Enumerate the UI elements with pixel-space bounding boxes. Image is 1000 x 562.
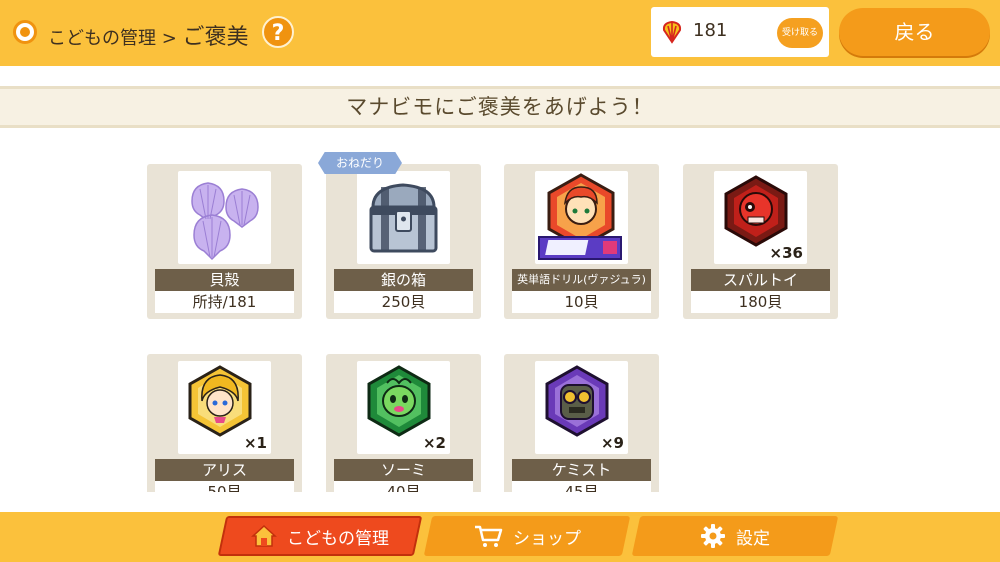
header-bar: こどもの管理 > ご褒美 ? 181 受け取る 戻る — [0, 0, 1000, 66]
reward-thumbnail: ×1 — [178, 361, 271, 454]
tab-label: こどもの管理 — [287, 528, 389, 549]
reward-name: スパルトイ — [691, 269, 830, 291]
breadcrumb: こどもの管理 > ご褒美 — [48, 19, 249, 51]
tab-child-management[interactable]: こどもの管理 — [217, 516, 423, 556]
home-icon — [251, 524, 277, 547]
tab-label: ショップ — [513, 528, 581, 549]
reward-price: 50貝 — [155, 481, 294, 492]
reward-thumbnail — [535, 171, 628, 264]
reward-name: 銀の箱 — [334, 269, 473, 291]
reward-grid: 貝殻 所持/181 銀の箱 250貝 英単語ドリル(ヴァジュラ) 10貝 ×36… — [0, 140, 1000, 492]
reward-price: 250貝 — [334, 291, 473, 313]
shells-icon — [191, 182, 259, 261]
tab-label: 設定 — [736, 528, 770, 549]
treasure-chest-icon — [369, 183, 438, 253]
reward-thumbnail: ×9 — [535, 361, 628, 454]
reward-card-english-drill[interactable]: 英単語ドリル(ヴァジュラ) 10貝 — [504, 164, 659, 319]
back-button[interactable]: 戻る — [839, 8, 990, 56]
cart-icon — [475, 525, 503, 547]
breadcrumb-dot-icon — [13, 20, 37, 44]
reward-name: 英単語ドリル(ヴァジュラ) — [512, 269, 651, 291]
reward-card-chemist[interactable]: ×9 ケミスト 45貝 — [504, 354, 659, 492]
reward-card-somi[interactable]: ×2 ソーミ 40貝 — [326, 354, 481, 492]
reward-name: 貝殻 — [155, 269, 294, 291]
reward-thumbnail: ×2 — [357, 361, 450, 454]
reward-price: 40貝 — [334, 481, 473, 492]
reward-card-shells[interactable]: 貝殻 所持/181 — [147, 164, 302, 319]
shell-balance-box: 181 受け取る — [651, 7, 829, 57]
reward-price: 所持/181 — [155, 291, 294, 313]
reward-count: ×2 — [422, 434, 446, 452]
reward-price: 45貝 — [512, 481, 651, 492]
reward-thumbnail — [178, 171, 271, 264]
english-drill-vajra-icon — [538, 173, 622, 260]
shell-count: 181 — [693, 20, 728, 41]
reward-card-spartoi[interactable]: ×36 スパルトイ 180貝 — [683, 164, 838, 319]
breadcrumb-separator: > — [156, 28, 183, 49]
shell-icon — [662, 20, 682, 44]
instruction-banner: マナビモにご褒美をあげよう！ — [0, 86, 1000, 128]
reward-card-alice[interactable]: ×1 アリス 50貝 — [147, 354, 302, 492]
reward-name: ソーミ — [334, 459, 473, 481]
footer-nav: こどもの管理 ショップ 設定 — [0, 512, 1000, 562]
reward-count: ×9 — [600, 434, 624, 452]
tab-settings[interactable]: 設定 — [631, 516, 839, 556]
reward-price: 10貝 — [512, 291, 651, 313]
reward-price: 180貝 — [691, 291, 830, 313]
page-title: ご褒美 — [182, 25, 249, 50]
reward-count: ×1 — [243, 434, 267, 452]
breadcrumb-parent-link[interactable]: こどもの管理 — [48, 28, 156, 49]
request-badge: おねだり — [318, 152, 402, 174]
reward-card-silver-box[interactable]: 銀の箱 250貝 — [326, 164, 481, 319]
reward-name: ケミスト — [512, 459, 651, 481]
tab-shop[interactable]: ショップ — [423, 516, 631, 556]
gear-icon — [701, 524, 725, 548]
reward-count: ×36 — [769, 244, 803, 262]
reward-name: アリス — [155, 459, 294, 481]
help-button[interactable]: ? — [262, 16, 294, 48]
receive-button[interactable]: 受け取る — [777, 18, 823, 48]
reward-thumbnail: ×36 — [714, 171, 807, 264]
reward-thumbnail — [357, 171, 450, 264]
